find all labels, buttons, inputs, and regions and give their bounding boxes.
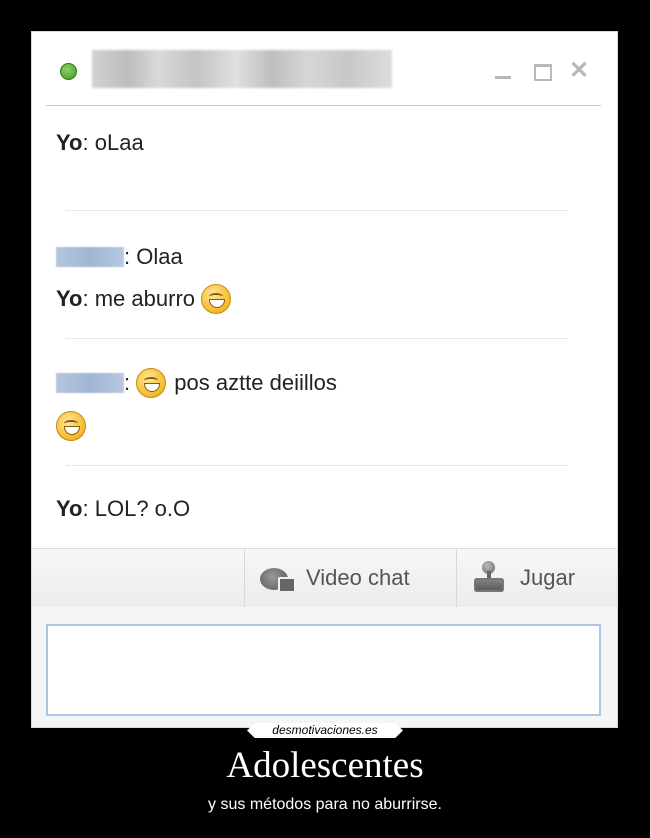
- laughing-smiley-icon: [136, 368, 167, 398]
- compose-area: [32, 607, 617, 727]
- sender-separator: :: [82, 286, 89, 311]
- message-log: Yo: oLaa : Olaa Yo: me aburro : pos aztt…: [32, 106, 617, 548]
- video-camera-icon: [260, 565, 296, 593]
- play-game-button[interactable]: Jugar: [472, 549, 575, 607]
- toolbar-divider: [244, 549, 245, 607]
- message-sender: Yo: [56, 496, 83, 521]
- contact-name-blurred: [92, 50, 392, 88]
- video-chat-label: Video chat: [306, 565, 410, 590]
- message-sender: Yo: [56, 130, 83, 155]
- chat-message-continuation: [56, 411, 86, 441]
- chat-message: Yo: oLaa: [56, 130, 144, 156]
- laughing-smiley-icon: [56, 411, 86, 441]
- maximize-button[interactable]: [531, 60, 553, 82]
- toolbar-divider: [456, 549, 457, 607]
- message-text: Olaa: [136, 244, 183, 269]
- message-text: me aburro: [94, 286, 196, 311]
- sender-separator: :: [124, 244, 131, 269]
- message-divider: [66, 465, 567, 466]
- message-divider: [66, 338, 567, 339]
- message-sender: Yo: [56, 286, 83, 311]
- chat-titlebar: ✕: [32, 32, 617, 106]
- chat-message: : pos aztte deiillos: [56, 368, 337, 398]
- chat-message: Yo: me aburro: [56, 284, 232, 314]
- close-button[interactable]: ✕: [568, 59, 590, 83]
- chat-message: : Olaa: [56, 244, 183, 270]
- site-watermark: desmotivaciones.es: [247, 723, 403, 738]
- message-input[interactable]: [46, 624, 601, 716]
- message-divider: [66, 210, 567, 211]
- minimize-button[interactable]: [492, 60, 514, 82]
- chat-window-screenshot: ✕ Yo: oLaa : Olaa Yo: me aburro : pos az…: [31, 31, 618, 728]
- joystick-icon: [472, 561, 506, 595]
- poster-title: Adolescentes: [226, 745, 424, 786]
- sender-separator: :: [82, 130, 89, 155]
- contact-name-blurred: [56, 247, 124, 267]
- play-label: Jugar: [520, 565, 576, 590]
- message-text: pos aztte deiillos: [174, 370, 337, 395]
- message-text: oLaa: [94, 130, 144, 155]
- chat-toolbar: Video chat Jugar: [32, 548, 617, 608]
- poster-subtitle: y sus métodos para no aburrirse.: [208, 796, 442, 813]
- online-status-icon: [60, 63, 77, 80]
- contact-name-blurred: [56, 373, 124, 393]
- video-chat-button[interactable]: Video chat: [260, 549, 410, 607]
- sender-separator: :: [124, 370, 131, 395]
- sender-separator: :: [82, 496, 89, 521]
- message-text: LOL? o.O: [94, 496, 191, 521]
- chat-message: Yo: LOL? o.O: [56, 496, 190, 522]
- laughing-smiley-icon: [201, 284, 232, 314]
